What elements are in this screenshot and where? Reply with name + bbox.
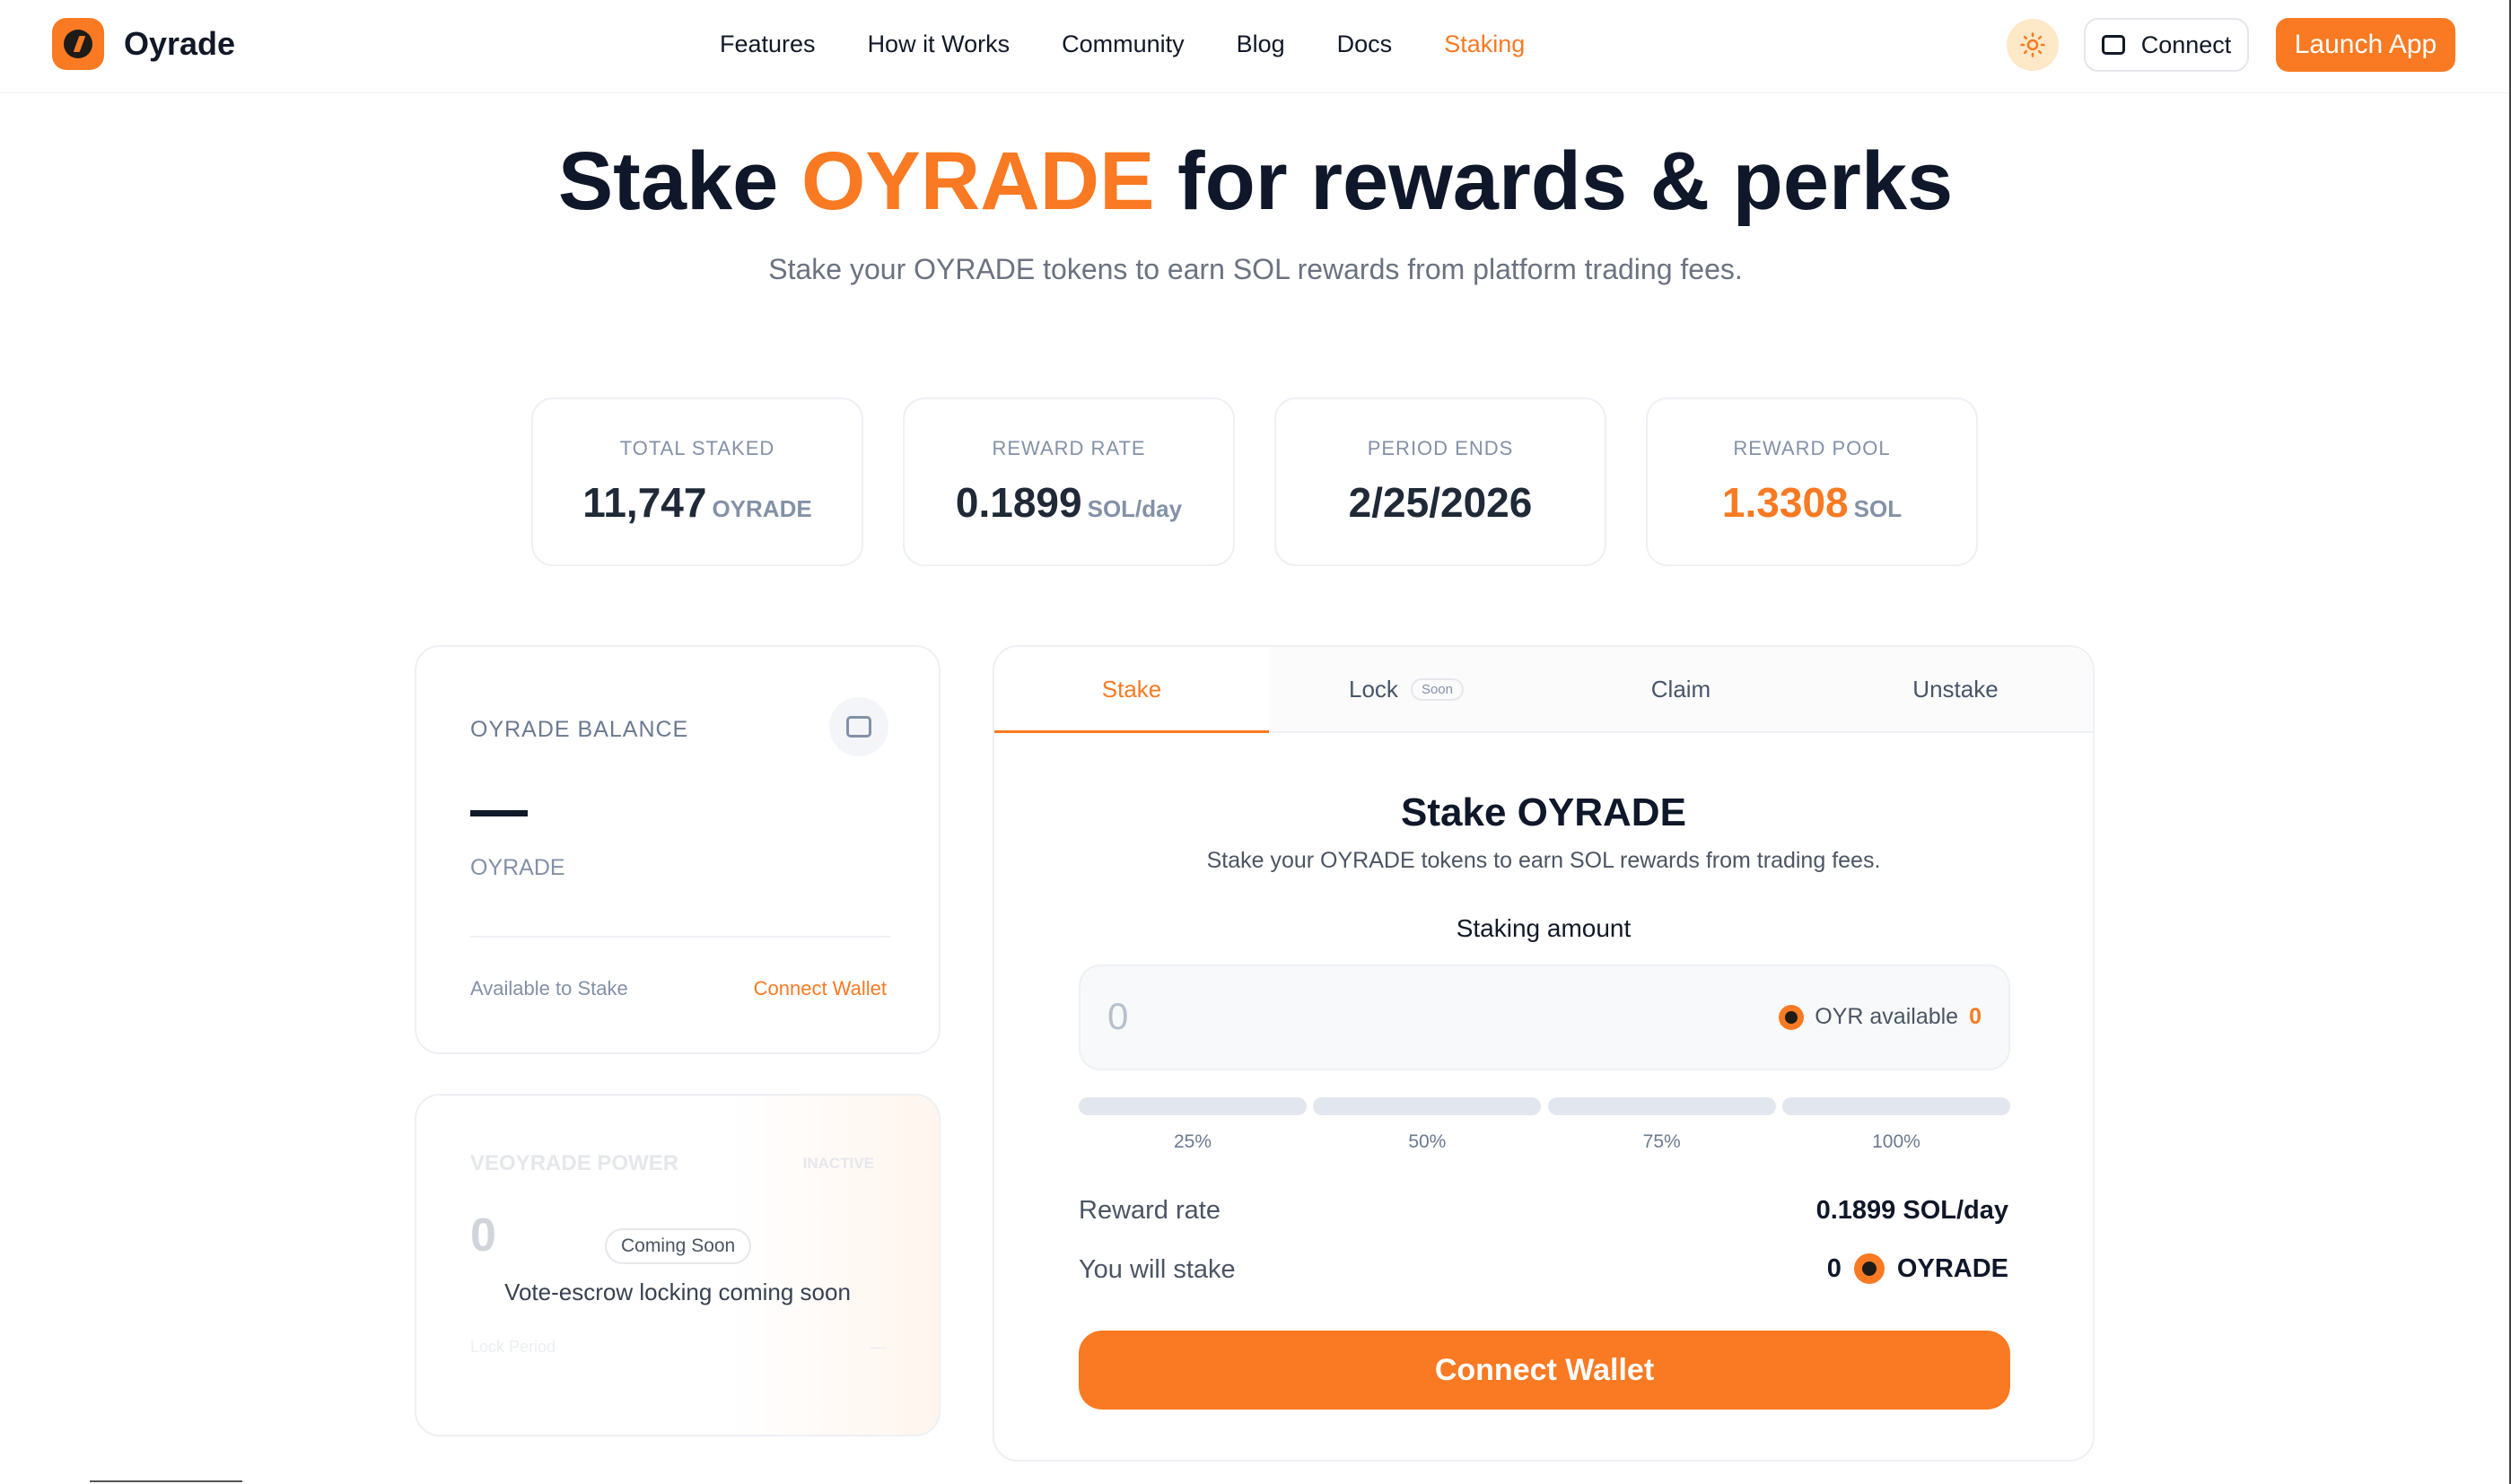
stat-label: REWARD POOL	[1733, 437, 1891, 459]
title-pre: Stake	[557, 135, 779, 227]
nav-link-staking[interactable]: Staking	[1444, 31, 1525, 58]
nav-link-docs[interactable]: Docs	[1337, 31, 1393, 58]
available-label: Available to Stake	[470, 977, 628, 1000]
tab-unstake[interactable]: Unstake	[1818, 647, 2093, 731]
available-balance: OYR available 0	[1779, 1004, 1982, 1030]
lock-period-label: Lock Period	[470, 1338, 556, 1356]
tab-stake[interactable]: Stake	[994, 647, 1269, 733]
percent-100-button[interactable]: 100%	[1782, 1131, 2010, 1153]
nav-link-blog[interactable]: Blog	[1237, 31, 1285, 58]
stake-title: Stake OYRADE	[1401, 790, 1686, 834]
tab-label: Claim	[1650, 675, 1711, 703]
balance-label: OYRADE BALANCE	[470, 717, 689, 742]
stat-total-staked: TOTAL STAKED 11,747 OYRADE	[531, 397, 863, 566]
brand-name: Oyrade	[124, 25, 236, 62]
percent-50-button[interactable]: 50%	[1313, 1131, 1541, 1153]
stat-label: TOTAL STAKED	[619, 437, 775, 459]
stat-period-ends: PERIOD ENDS 2/25/2026	[1274, 397, 1606, 566]
ve-value: 0	[470, 1209, 496, 1261]
ve-power-card: VEOYRADE POWER INACTIVE 0 Coming Soon Vo…	[415, 1094, 941, 1436]
tab-bar: Stake Lock Soon Claim Unstake	[994, 647, 2093, 733]
sun-icon	[2020, 32, 2045, 57]
reward-rate-label: Reward rate	[1079, 1196, 1221, 1225]
percent-25-button[interactable]: 25%	[1079, 1131, 1307, 1153]
ve-status: INACTIVE	[802, 1155, 874, 1172]
percent-25-bar[interactable]	[1079, 1097, 1307, 1115]
stat-value: 11,747	[582, 479, 707, 526]
balance-value	[470, 810, 528, 816]
connect-button[interactable]: Connect	[2084, 18, 2249, 72]
oyr-token-icon	[1779, 1004, 1805, 1030]
stat-unit: OYRADE	[712, 495, 812, 522]
will-stake-summary: 0 OYRADE	[1827, 1253, 2008, 1284]
oyrade-logo-icon	[52, 18, 104, 70]
page-title: Stake OYRADE for rewards & perks	[0, 135, 2511, 229]
connect-wallet-button[interactable]: Connect Wallet	[1079, 1331, 2010, 1410]
oyrade-token-icon	[1853, 1253, 1885, 1284]
title-post: for rewards & perks	[1177, 135, 1954, 227]
coming-soon-message: Vote-escrow locking coming soon	[504, 1279, 851, 1305]
stat-value: 2/25/2026	[1348, 479, 1533, 526]
coming-soon-badge: Coming Soon	[605, 1228, 752, 1264]
nav-link-features[interactable]: Features	[720, 31, 816, 58]
stat-unit: SOL/day	[1087, 495, 1183, 522]
available-label: OYR available	[1815, 1004, 1959, 1029]
main-menu: Features How it Works Community Blog Doc…	[720, 31, 1577, 58]
amount-input[interactable]: 0 OYR available 0	[1079, 965, 2010, 1070]
stat-label: PERIOD ENDS	[1367, 437, 1514, 459]
amount-label: Staking amount	[1456, 914, 1632, 942]
tab-lock[interactable]: Lock Soon	[1269, 647, 1544, 731]
tab-label: Unstake	[1912, 675, 1999, 703]
percent-slider	[1079, 1097, 2010, 1115]
tab-claim[interactable]: Claim	[1544, 647, 1818, 731]
wallet-icon	[846, 716, 871, 738]
percent-75-button[interactable]: 75%	[1548, 1131, 1776, 1153]
wallet-button[interactable]	[829, 697, 888, 756]
amount-placeholder: 0	[1107, 995, 1129, 1037]
connect-label: Connect	[2140, 31, 2232, 58]
tab-label: Lock	[1349, 675, 1398, 703]
stat-reward-rate: REWARD RATE 0.1899 SOL/day	[903, 397, 1235, 566]
balance-unit: OYRADE	[470, 855, 565, 880]
brand-link[interactable]: Oyrade	[52, 18, 235, 70]
divider	[470, 936, 890, 938]
wallet-icon	[2101, 35, 2125, 55]
balance-card: OYRADE BALANCE OYRADE Available to Stake…	[415, 645, 941, 1054]
stat-label: REWARD RATE	[992, 437, 1146, 459]
stat-reward-pool: REWARD POOL 1.3308 SOL	[1646, 397, 1978, 566]
theme-toggle-button[interactable]	[2007, 19, 2059, 71]
reward-rate-value: 0.1899 SOL/day	[1815, 1196, 2008, 1225]
nav-link-community[interactable]: Community	[1062, 31, 1185, 58]
divider	[90, 1480, 242, 1482]
ve-label: VEOYRADE POWER	[470, 1151, 679, 1175]
soon-badge: Soon	[1410, 677, 1464, 701]
lock-period-value: —	[871, 1338, 887, 1356]
page-subtitle: Stake your OYRADE tokens to earn SOL rew…	[768, 253, 1743, 285]
title-accent: OYRADE	[801, 135, 1155, 227]
will-stake-unit: OYRADE	[1896, 1253, 2008, 1283]
percent-50-bar[interactable]	[1313, 1097, 1542, 1115]
launch-app-button[interactable]: Launch App	[2276, 18, 2455, 72]
nav-link-how-it-works[interactable]: How it Works	[868, 31, 1011, 58]
stat-value: 1.3308	[1721, 479, 1849, 526]
percent-75-bar[interactable]	[1547, 1097, 1776, 1115]
stat-value: 0.1899	[955, 479, 1082, 526]
tab-label: Stake	[1101, 675, 1162, 703]
stake-subtitle: Stake your OYRADE tokens to earn SOL rew…	[1206, 848, 1881, 873]
will-stake-label: You will stake	[1079, 1255, 1236, 1284]
stat-unit: SOL	[1853, 495, 1903, 522]
connect-wallet-link[interactable]: Connect Wallet	[754, 977, 887, 1000]
percent-labels: 25% 50% 75% 100%	[1079, 1131, 2010, 1153]
will-stake-value: 0	[1826, 1253, 1842, 1283]
percent-100-bar[interactable]	[1781, 1097, 2010, 1115]
available-value: 0	[1969, 1004, 1982, 1029]
stake-panel: Stake Lock Soon Claim Unstake Stake OYRAD…	[993, 645, 2095, 1462]
top-nav: Oyrade Features How it Works Community B…	[0, 0, 2511, 93]
